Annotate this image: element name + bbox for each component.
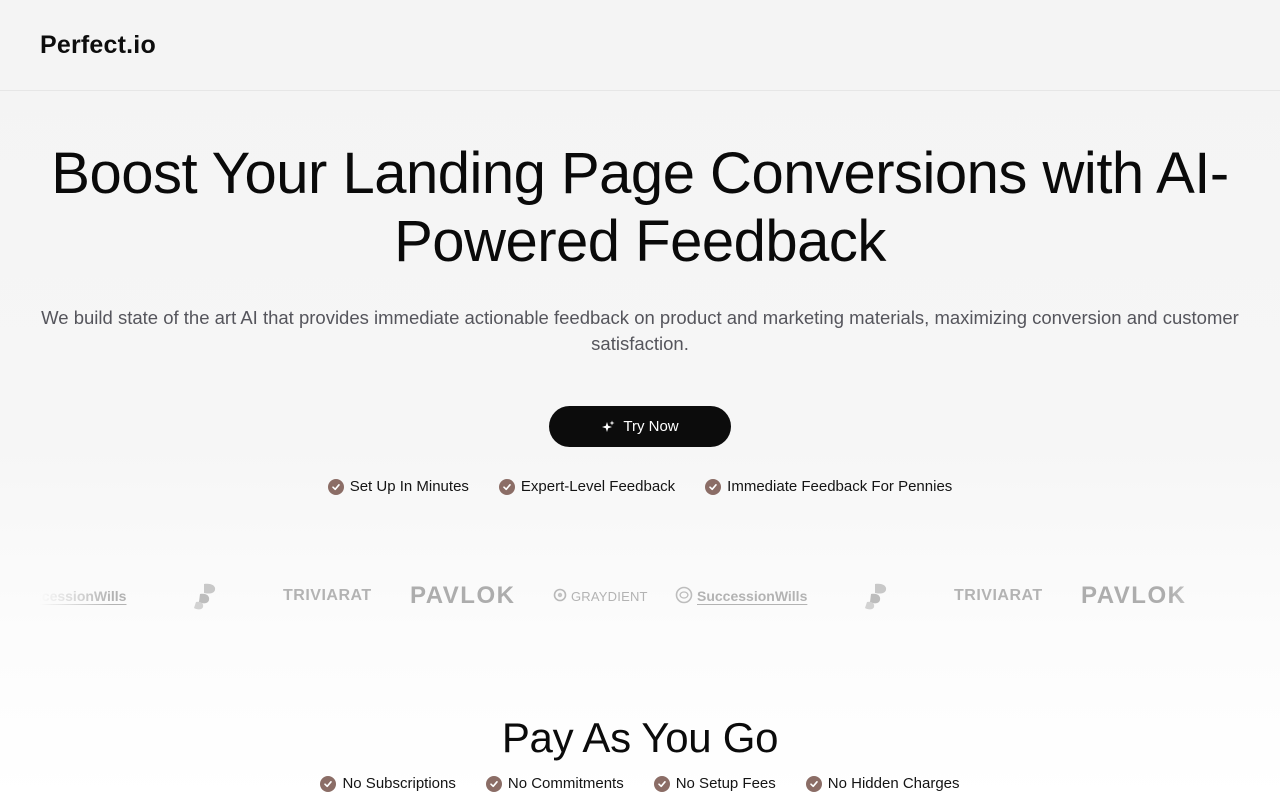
abstract-shape-logo-icon bbox=[192, 576, 218, 616]
abstract-shape-logo-icon bbox=[863, 576, 889, 616]
feature-item: No Subscriptions bbox=[320, 775, 456, 792]
feature-item: No Setup Fees bbox=[653, 775, 776, 792]
logo-succession-wills: ccessionWills bbox=[40, 588, 127, 604]
try-now-button[interactable]: Try Now bbox=[549, 406, 731, 447]
logo-succession-wills: SuccessionWills bbox=[675, 576, 807, 616]
feature-label: Immediate Feedback For Pennies bbox=[727, 478, 953, 495]
feature-label: Set Up In Minutes bbox=[349, 478, 469, 495]
graydient-mark-icon bbox=[553, 588, 567, 605]
feature-label: No Hidden Charges bbox=[827, 775, 960, 792]
sparkle-icon bbox=[601, 420, 615, 434]
customer-logo-carousel: ccessionWills TRIVIARAT PAVLOK GRAYDIENT… bbox=[40, 576, 1240, 616]
check-icon bbox=[327, 478, 344, 495]
try-now-label: Try Now bbox=[623, 418, 679, 435]
feature-label: Expert-Level Feedback bbox=[520, 478, 676, 495]
logo-triviarat: TRIVIARAT bbox=[954, 587, 1043, 604]
logo-triviarat: TRIVIARAT bbox=[283, 587, 372, 604]
feature-item: Set Up In Minutes bbox=[327, 478, 469, 495]
hero-feature-list: Set Up In Minutes Expert-Level Feedback … bbox=[0, 478, 1280, 495]
feature-item: No Commitments bbox=[485, 775, 624, 792]
check-icon bbox=[485, 775, 502, 792]
feature-label: No Subscriptions bbox=[342, 775, 456, 792]
check-icon bbox=[805, 775, 822, 792]
feature-label: No Commitments bbox=[507, 775, 624, 792]
feature-label: No Setup Fees bbox=[675, 775, 776, 792]
logo-graydient: GRAYDIENT bbox=[553, 576, 648, 616]
check-icon bbox=[320, 775, 337, 792]
feature-item: No Hidden Charges bbox=[805, 775, 960, 792]
logo-pavlok: PAVLOK bbox=[1081, 582, 1187, 609]
hero-subtitle: We build state of the art AI that provid… bbox=[41, 307, 1239, 354]
pricing-title: Pay As You Go bbox=[501, 714, 779, 761]
feature-item: Immediate Feedback For Pennies bbox=[705, 478, 952, 495]
site-logo[interactable]: Perfect.io bbox=[40, 31, 156, 60]
check-icon bbox=[498, 478, 515, 495]
check-icon bbox=[653, 775, 670, 792]
succession-mark-icon bbox=[675, 586, 693, 607]
check-icon bbox=[705, 478, 722, 495]
logo-pavlok: PAVLOK bbox=[410, 582, 516, 609]
site-header: Perfect.io bbox=[0, 0, 1280, 91]
hero-title: Boost Your Landing Page Conversions with… bbox=[51, 141, 1229, 274]
feature-item: Expert-Level Feedback bbox=[498, 478, 676, 495]
pricing-feature-list: No Subscriptions No Commitments No Setup… bbox=[0, 775, 1280, 792]
